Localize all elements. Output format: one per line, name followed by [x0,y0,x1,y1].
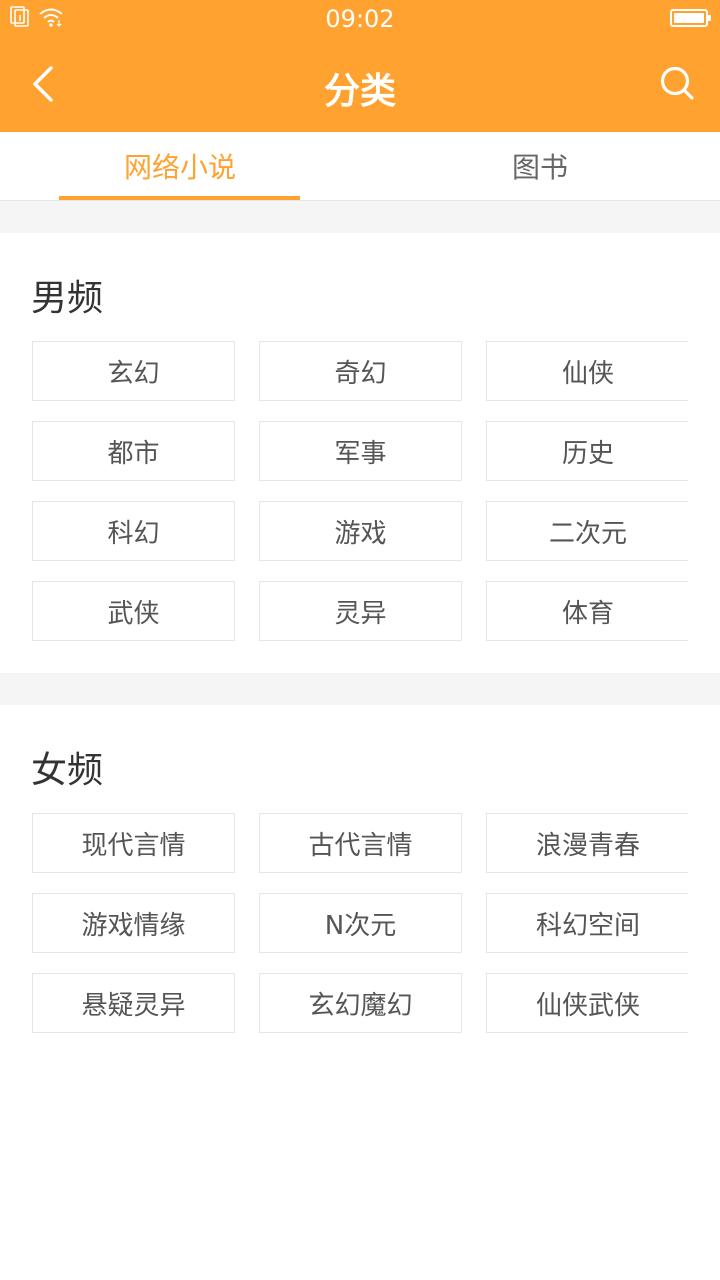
status-time: 09:02 [325,5,395,33]
category-item[interactable]: 历史 [486,421,688,481]
category-grid-female: 现代言情 古代言情 浪漫青春 游戏情缘 N次元 科幻空间 悬疑灵异 玄幻魔幻 仙… [32,813,688,1053]
section-title-female: 女频 [31,750,104,791]
status-bar: 09:02 [0,0,720,40]
category-row: 都市 军事 历史 [32,421,688,481]
category-row: 现代言情 古代言情 浪漫青春 [32,813,688,873]
tab-indicator [59,196,300,200]
category-item[interactable]: 灵异 [259,581,462,641]
category-row: 科幻 游戏 二次元 [32,501,688,561]
page-title: 分类 [323,71,396,112]
category-row: 玄幻 奇幻 仙侠 [32,341,688,401]
category-screen: 09:02 分类 网络小说 图书 男频 玄幻 奇幻 仙侠 都市 军事 历史 科幻… [0,0,720,1280]
app-bar: 分类 [0,40,720,132]
category-item[interactable]: 玄幻魔幻 [259,973,462,1033]
category-item[interactable]: N次元 [259,893,462,953]
category-item[interactable]: 游戏情缘 [32,893,235,953]
category-row: 武侠 灵异 体育 [32,581,688,641]
category-row: 游戏情缘 N次元 科幻空间 [32,893,688,953]
category-item[interactable]: 仙侠 [486,341,688,401]
category-row: 悬疑灵异 玄幻魔幻 仙侠武侠 [32,973,688,1033]
category-item[interactable]: 科幻 [32,501,235,561]
search-button[interactable] [652,60,704,112]
category-item[interactable]: 体育 [486,581,688,641]
category-item[interactable]: 浪漫青春 [486,813,688,873]
tab-bar: 网络小说 图书 [0,132,720,201]
tab-books[interactable]: 图书 [360,132,720,200]
category-item[interactable]: 游戏 [259,501,462,561]
category-item[interactable]: 现代言情 [32,813,235,873]
category-item[interactable]: 科幻空间 [486,893,688,953]
category-grid-male: 玄幻 奇幻 仙侠 都市 军事 历史 科幻 游戏 二次元 武侠 灵异 体育 [32,341,688,661]
category-item[interactable]: 古代言情 [259,813,462,873]
category-item[interactable]: 仙侠武侠 [486,973,688,1033]
search-icon [660,66,696,106]
category-item[interactable]: 军事 [259,421,462,481]
category-item[interactable]: 都市 [32,421,235,481]
section-male: 男频 玄幻 奇幻 仙侠 都市 军事 历史 科幻 游戏 二次元 武侠 灵异 体育 [0,233,720,673]
tab-web-novels[interactable]: 网络小说 [0,132,360,200]
category-item[interactable]: 玄幻 [32,341,235,401]
category-item[interactable]: 二次元 [486,501,688,561]
category-item[interactable]: 奇幻 [259,341,462,401]
section-female: 女频 现代言情 古代言情 浪漫青春 游戏情缘 N次元 科幻空间 悬疑灵异 玄幻魔… [0,705,720,1280]
section-divider [0,673,720,705]
category-item[interactable]: 悬疑灵异 [32,973,235,1033]
section-divider [0,201,720,233]
battery-icon [670,9,711,27]
section-title-male: 男频 [31,278,104,319]
category-item[interactable]: 武侠 [32,581,235,641]
